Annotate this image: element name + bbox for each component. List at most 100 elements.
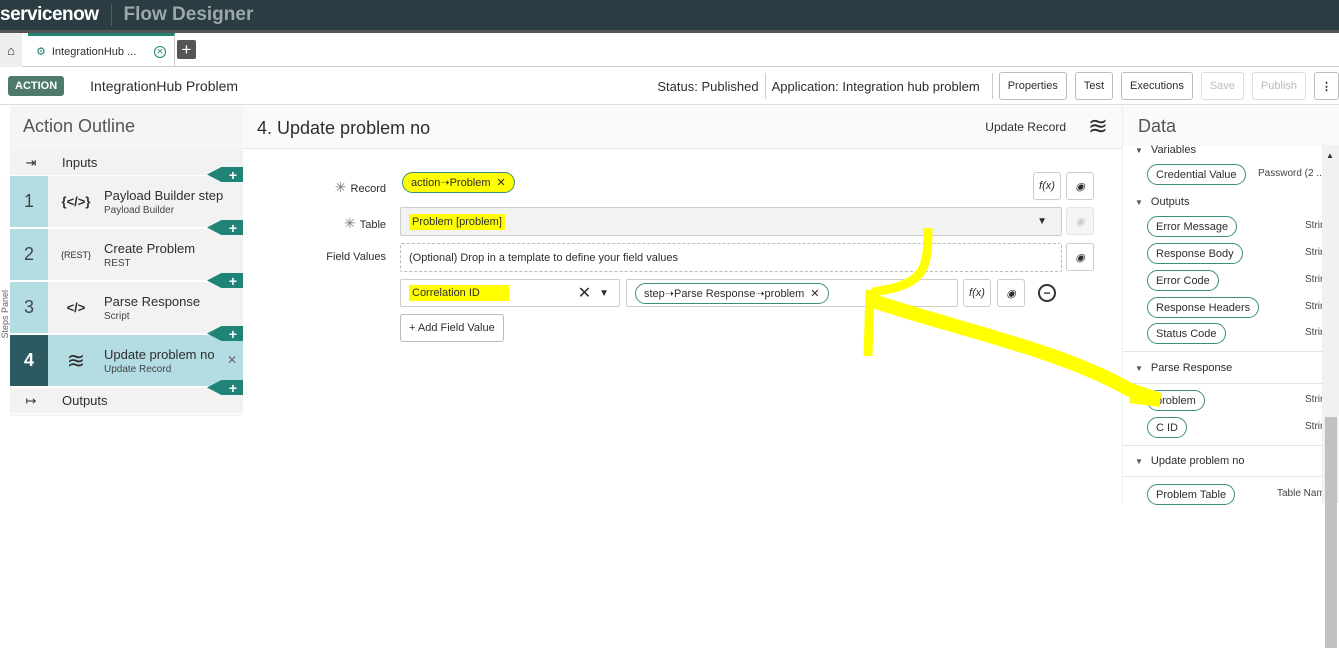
- outline-title: Action Outline: [23, 116, 136, 136]
- application-text: Application: Integration hub problem: [771, 78, 980, 94]
- tab-integrationhub[interactable]: ⚙ IntegrationHub ... ✕: [28, 33, 175, 67]
- clear-icon[interactable]: ✕: [578, 283, 591, 303]
- step-2[interactable]: + 2 {REST} Create Problem REST: [10, 220, 243, 282]
- step-type: Update Record: [985, 120, 1066, 134]
- data-pill-picker-icon[interactable]: ◉: [1066, 172, 1094, 200]
- step-number: 3: [10, 282, 48, 333]
- section-variables[interactable]: ▼ Variables: [1123, 144, 1196, 156]
- data-pill-error-code[interactable]: Error Code: [1147, 270, 1219, 291]
- step-type: Payload Builder: [104, 204, 175, 216]
- update-record-icon: ≋: [66, 347, 86, 373]
- step-header: 4. Update problem no Update Record ≋: [243, 106, 1122, 149]
- field-name-select[interactable]: Correlation ID ✕ ▼: [400, 279, 620, 307]
- remove-icon[interactable]: ✕: [497, 176, 506, 189]
- template-dropzone[interactable]: (Optional) Drop in a template to define …: [400, 243, 1062, 272]
- step-editor: 4. Update problem no Update Record ≋ ✳ Re…: [243, 106, 1122, 503]
- field-values-label: Field Values: [326, 251, 386, 263]
- step-title: Parse Response: [104, 293, 201, 309]
- outline-outputs[interactable]: ↦ Outputs: [10, 388, 243, 414]
- data-pill-status-code[interactable]: Status Code: [1147, 323, 1226, 344]
- step-number: 2: [10, 229, 48, 280]
- divider: [110, 4, 112, 26]
- inputs-label: Inputs: [62, 155, 98, 170]
- servicenow-logo[interactable]: servicenow: [0, 4, 99, 26]
- data-pill-picker-icon[interactable]: ◉: [1066, 207, 1094, 235]
- delete-step-icon[interactable]: ✕: [227, 353, 237, 367]
- executions-button[interactable]: Executions: [1121, 72, 1193, 100]
- divider: [1123, 445, 1323, 446]
- inputs-icon: ⇥: [25, 154, 37, 170]
- data-pill-picker-icon[interactable]: ◉: [997, 279, 1025, 307]
- properties-button[interactable]: Properties: [998, 72, 1067, 100]
- chevron-down-icon[interactable]: ▼: [599, 288, 609, 299]
- app-title: Flow Designer: [123, 4, 254, 25]
- action-title: IntegrationHub Problem: [90, 77, 239, 94]
- record-pill[interactable]: action➝Problem ✕: [402, 172, 515, 193]
- step-number: 4: [10, 335, 48, 386]
- data-title: Data: [1123, 106, 1339, 146]
- step-number: 1: [10, 176, 48, 227]
- step-type: Update Record: [104, 363, 172, 375]
- data-pill-credential-value[interactable]: Credential Value: [1147, 164, 1246, 185]
- action-icon: ⚙: [36, 46, 46, 58]
- data-pill-error-message[interactable]: Error Message: [1147, 216, 1238, 237]
- fx-button[interactable]: f(x): [963, 279, 991, 307]
- action-header: ACTION IntegrationHub Problem Status: Pu…: [0, 67, 1339, 105]
- test-button[interactable]: Test: [1074, 72, 1114, 100]
- save-button[interactable]: Save: [1200, 72, 1244, 100]
- steps-panel-toggle[interactable]: Steps Panel: [0, 290, 10, 339]
- update-record-icon: ≋: [1087, 113, 1108, 140]
- home-icon[interactable]: ⌂: [0, 33, 22, 67]
- step-title: Update problem no: [104, 346, 215, 362]
- close-tab-icon[interactable]: ✕: [154, 45, 166, 58]
- divider: [991, 73, 993, 99]
- fx-button[interactable]: f(x): [1033, 172, 1061, 200]
- tab-bar: ⌂ ⚙ IntegrationHub ... ✕ +: [0, 30, 1339, 67]
- table-value: Problem [problem]: [409, 213, 505, 230]
- step-title: Payload Builder step: [104, 187, 224, 203]
- section-parse-response[interactable]: ▼ Parse Response: [1123, 362, 1232, 374]
- field-name-value: Correlation ID: [409, 285, 509, 301]
- data-pill-response-body[interactable]: Response Body: [1147, 243, 1243, 264]
- data-pill-picker-icon[interactable]: ◉: [1066, 243, 1094, 271]
- step-1[interactable]: + 1 {</>} Payload Builder step Payload Bu…: [10, 167, 243, 229]
- data-type: Table Nam: [1277, 488, 1325, 499]
- section-outputs[interactable]: ▼ Outputs: [1123, 196, 1189, 208]
- data-pill-c-id[interactable]: C ID: [1147, 417, 1187, 438]
- data-pill-problem-table[interactable]: Problem Table: [1147, 484, 1236, 505]
- remove-field-icon[interactable]: −: [1038, 284, 1056, 302]
- table-select[interactable]: Problem [problem] ▼: [400, 207, 1062, 236]
- publish-button[interactable]: Publish: [1251, 72, 1306, 100]
- outline-inputs[interactable]: ⇥ Inputs: [10, 150, 243, 176]
- step-title: 4. Update problem no: [257, 118, 431, 138]
- new-tab-button[interactable]: +: [177, 40, 196, 59]
- divider: [1123, 476, 1323, 477]
- divider: [764, 73, 766, 99]
- data-type: Password (2 ...: [1258, 168, 1325, 179]
- outputs-label: Outputs: [62, 393, 108, 408]
- scrollbar[interactable]: ▲: [1322, 145, 1339, 648]
- script-icon: </>: [66, 300, 86, 315]
- divider: [1123, 383, 1323, 384]
- step-3[interactable]: + 3 </> Parse Response Script: [10, 273, 243, 335]
- field-value-input[interactable]: step➝Parse Response➝problem ✕: [626, 279, 958, 307]
- step-title: Create Problem: [104, 240, 196, 256]
- top-bar: servicenow Flow Designer: [0, 0, 1339, 30]
- rest-icon: {REST}: [60, 249, 91, 260]
- record-label: ✳ Record: [334, 179, 386, 195]
- section-update-problem[interactable]: ▼ Update problem no: [1123, 455, 1244, 467]
- data-pill-response-headers[interactable]: Response Headers: [1147, 297, 1260, 318]
- data-pill-problem[interactable]: problem: [1147, 390, 1205, 411]
- data-panel: Data ▼ Variables Credential Value Passwor…: [1122, 106, 1339, 505]
- more-menu-icon[interactable]: ⋮: [1314, 72, 1339, 100]
- add-field-value-button[interactable]: + Add Field Value: [400, 314, 504, 342]
- step-4[interactable]: + + 4 ≋ Update problem no Update Record ✕: [10, 326, 243, 395]
- scroll-up-icon[interactable]: ▲: [1326, 151, 1334, 160]
- remove-icon[interactable]: ✕: [810, 287, 819, 300]
- record-value: action➝Problem: [411, 177, 491, 189]
- scrollbar-thumb[interactable]: [1325, 417, 1337, 648]
- payload-builder-icon: {</>}: [61, 194, 91, 209]
- field-value-pill: step➝Parse Response➝problem: [644, 287, 805, 300]
- tab-label: IntegrationHub ...: [51, 45, 137, 58]
- step-type: Script: [104, 310, 130, 322]
